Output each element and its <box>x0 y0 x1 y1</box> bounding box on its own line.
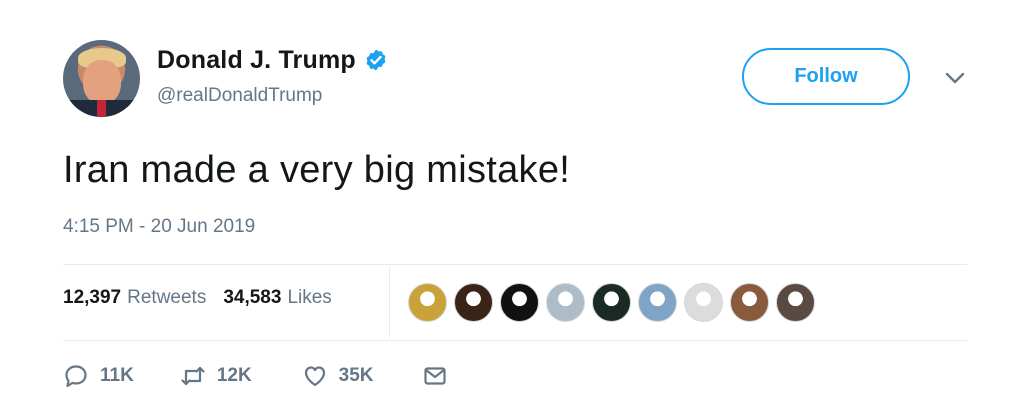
tweet-actions: 11K 12K 35K <box>63 363 448 389</box>
tweet-card: Donald J. Trump @realDonaldTrump Follow … <box>0 0 1024 401</box>
liker-avatar[interactable] <box>776 283 815 322</box>
liker-avatar[interactable] <box>730 283 769 322</box>
liker-avatar[interactable] <box>684 283 723 322</box>
divider-bottom <box>63 340 967 341</box>
verified-badge-icon <box>366 49 386 71</box>
stats-separator <box>389 266 390 338</box>
author-avatar[interactable] <box>63 40 140 117</box>
divider-top <box>63 264 967 265</box>
reply-icon <box>65 365 87 388</box>
tweet-timestamp[interactable]: 4:15 PM - 20 Jun 2019 <box>63 216 255 238</box>
author-name-row[interactable]: Donald J. Trump <box>157 45 388 75</box>
retweets-stat[interactable]: 12,397 Retweets <box>63 287 206 309</box>
direct-message-button[interactable] <box>422 363 448 389</box>
avatar-tie <box>97 100 106 117</box>
author-handle[interactable]: @realDonaldTrump <box>157 85 388 107</box>
author-display-name[interactable]: Donald J. Trump <box>157 45 356 75</box>
reply-button[interactable]: 11K <box>63 363 134 389</box>
likes-count: 34,583 <box>223 287 282 308</box>
heart-icon <box>304 366 325 387</box>
author-info: Donald J. Trump @realDonaldTrump <box>157 45 388 107</box>
likes-stat[interactable]: 34,583 Likes <box>223 287 331 309</box>
liker-avatar[interactable] <box>638 283 677 322</box>
retweets-label: Retweets <box>127 287 207 308</box>
liker-avatars <box>408 283 815 322</box>
retweet-count: 12K <box>216 365 252 386</box>
avatar-face <box>83 60 121 104</box>
liker-avatar[interactable] <box>408 283 447 322</box>
like-count: 35K <box>338 365 374 386</box>
liker-avatar[interactable] <box>546 283 585 322</box>
like-button[interactable]: 35K <box>302 363 374 389</box>
liker-avatar[interactable] <box>592 283 631 322</box>
liker-avatar[interactable] <box>500 283 539 322</box>
liker-avatar[interactable] <box>454 283 493 322</box>
retweet-icon <box>181 366 205 386</box>
likes-label: Likes <box>287 287 332 308</box>
retweets-count: 12,397 <box>63 287 122 308</box>
envelope-icon <box>423 367 446 385</box>
tweet-stats: 12,397 Retweets 34,583 Likes <box>63 287 332 309</box>
chevron-down-icon[interactable] <box>944 70 966 86</box>
tweet-text: Iran made a very big mistake! <box>63 149 571 191</box>
follow-button[interactable]: Follow <box>742 48 910 105</box>
reply-count: 11K <box>100 365 134 386</box>
retweet-button[interactable]: 12K <box>180 363 252 389</box>
